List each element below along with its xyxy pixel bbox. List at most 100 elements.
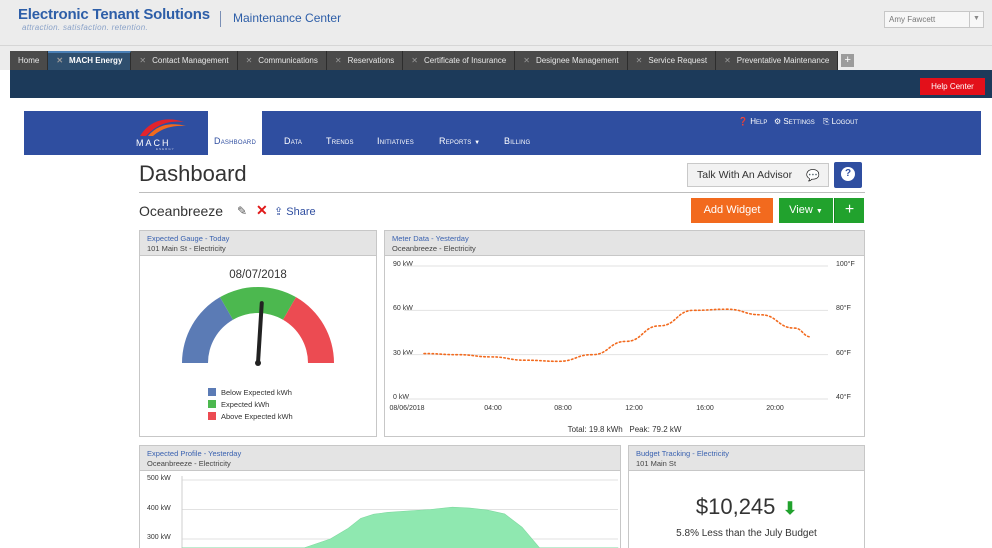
help-icon: ❓ [738, 117, 748, 126]
nav-initiatives[interactable]: Initiatives [377, 111, 414, 155]
legend-label: Below Expected kWh [221, 387, 292, 397]
close-icon[interactable]: ✕ [411, 56, 418, 65]
nav-dashboard[interactable]: Dashboard [208, 111, 262, 155]
nav-reports[interactable]: Reports ▼ [439, 111, 480, 155]
profile-chart [181, 476, 619, 548]
legend-swatch [208, 388, 216, 396]
share-label: Share [286, 206, 316, 218]
util-logout-label: Logout [831, 117, 859, 126]
delete-icon[interactable]: ✕ [256, 202, 268, 219]
nav-trends[interactable]: Trends [326, 111, 354, 155]
util-help[interactable]: ❓ Help [738, 117, 767, 126]
gauge-legend: Below Expected kWh Expected kWh Above Ex… [208, 386, 293, 422]
close-icon[interactable]: ✕ [56, 56, 63, 65]
share-link[interactable]: ⇪ Share [274, 205, 316, 218]
brand-tagline: attraction. satisfaction. retention. [22, 23, 148, 32]
view-label: View [789, 204, 813, 216]
chat-icon: 💬 [806, 170, 820, 182]
mach-logo-sub: ENERGY [156, 147, 175, 151]
tab-mach-energy[interactable]: ✕ MACH Energy [48, 51, 132, 70]
close-icon[interactable]: ✕ [523, 56, 530, 65]
legend-item: Expected kWh [208, 398, 293, 410]
add-tab-button[interactable]: + [841, 54, 855, 67]
view-button[interactable]: View ▼ [779, 198, 833, 223]
add-button[interactable]: + [834, 198, 864, 223]
expected-gauge-widget: Expected Gauge - Today 101 Main St - Ele… [139, 230, 377, 437]
gauge-below-segment [182, 297, 233, 363]
tab-communications[interactable]: ✕ Communications [237, 51, 327, 70]
legend-swatch [208, 412, 216, 420]
tab-reservations[interactable]: ✕ Reservations [326, 51, 404, 70]
budget-amount: $10,245 [695, 494, 776, 519]
mach-swoosh-icon [140, 119, 186, 136]
close-icon[interactable]: ✕ [636, 56, 643, 65]
tab-label: Contact Management [152, 56, 229, 65]
nav-data[interactable]: Data [284, 111, 302, 155]
tab-designee-management[interactable]: ✕ Designee Management [515, 51, 628, 70]
tab-label: Service Request [648, 56, 708, 65]
tab-label: Home [18, 56, 40, 65]
budget-tracking-widget: Budget Tracking - Electricity 101 Main S… [628, 445, 865, 548]
brand-logo[interactable]: Electronic Tenant Solutions [18, 6, 210, 23]
mach-nav: MACH ENERGY Dashboard Data Trends Initia… [24, 111, 981, 155]
meter-total: Total: 19.8 kWh [567, 425, 623, 434]
talk-advisor-button[interactable]: Talk With An Advisor 💬 [687, 163, 829, 187]
budget-note: 5.8% Less than the July Budget [676, 528, 817, 539]
close-icon[interactable]: ✕ [724, 56, 731, 65]
meter-data-widget: Meter Data - Yesterday Oceanbreeze - Ele… [384, 230, 865, 437]
widget-header[interactable]: Expected Gauge - Today 101 Main St - Ele… [140, 231, 376, 256]
widget-title: Budget Tracking - Electricity [636, 449, 729, 458]
close-icon[interactable]: ✕ [246, 56, 253, 65]
tab-label: Certificate of Insurance [423, 56, 507, 65]
header-divider [220, 11, 221, 27]
tab-label: Preventative Maintenance [736, 56, 830, 65]
close-icon[interactable]: ✕ [139, 56, 146, 65]
gauge-expected-segment [220, 287, 296, 320]
pencil-icon[interactable]: ✎ [237, 204, 247, 218]
nav-billing[interactable]: Billing [504, 111, 530, 155]
chevron-down-icon[interactable]: ▼ [969, 12, 983, 27]
legend-item: Below Expected kWh [208, 386, 293, 398]
meter-chart [404, 265, 828, 400]
arrow-down-icon: ⬇ [782, 499, 798, 518]
legend-label: Above Expected kWh [221, 411, 293, 421]
tab-label: Reservations [347, 56, 395, 65]
page-title: Dashboard [139, 161, 247, 186]
share-icon: ⇪ [274, 206, 284, 218]
widget-header[interactable]: Budget Tracking - Electricity 101 Main S… [629, 446, 864, 471]
gauge-chart [182, 287, 334, 366]
gear-icon: ⚙ [774, 117, 782, 126]
tab-label: MACH Energy [69, 56, 123, 65]
tab-certificate-of-insurance[interactable]: ✕ Certificate of Insurance [403, 51, 516, 70]
gauge-above-segment [283, 297, 334, 363]
util-settings[interactable]: ⚙ Settings [774, 117, 815, 126]
legend-label: Expected kWh [221, 399, 270, 409]
title-divider [139, 192, 865, 193]
nav-reports-label: Reports [439, 136, 472, 146]
series-line [423, 308, 812, 363]
help-button[interactable]: ? [834, 162, 862, 188]
tabs: Home ✕ MACH Energy ✕ Contact Management ✕ Comm… [10, 51, 855, 70]
tab-service-request[interactable]: ✕ Service Request [627, 51, 717, 70]
dashboard-name: Oceanbreeze [139, 203, 224, 219]
user-select[interactable]: Amy Fawcett ▼ [884, 11, 984, 28]
widget-subtitle: 101 Main St [636, 459, 677, 468]
mach-logo[interactable]: MACH ENERGY [134, 115, 192, 151]
question-icon: ? [841, 167, 855, 181]
user-name: Amy Fawcett [889, 15, 936, 24]
util-logout[interactable]: ⎘ Logout [823, 117, 858, 127]
tab-preventative-maintenance[interactable]: ✕ Preventative Maintenance [716, 51, 839, 70]
tab-label: Communications [258, 56, 318, 65]
tab-home[interactable]: Home [10, 51, 49, 70]
tab-contact-management[interactable]: ✕ Contact Management [131, 51, 238, 70]
legend-item: Above Expected kWh [208, 410, 293, 422]
widget-subtitle: 101 Main St - Electricity [147, 244, 226, 253]
add-widget-button[interactable]: Add Widget [691, 198, 773, 223]
caret-down-icon: ▼ [474, 140, 481, 146]
meter-peak: Peak: 79.2 kW [629, 425, 682, 434]
close-icon[interactable]: ✕ [335, 56, 342, 65]
expected-profile-widget: Expected Profile - Yesterday Oceanbreeze… [139, 445, 621, 548]
help-center-button[interactable]: Help Center [920, 78, 985, 95]
widget-title: Expected Gauge - Today [147, 234, 230, 243]
util-help-label: Help [750, 117, 768, 126]
